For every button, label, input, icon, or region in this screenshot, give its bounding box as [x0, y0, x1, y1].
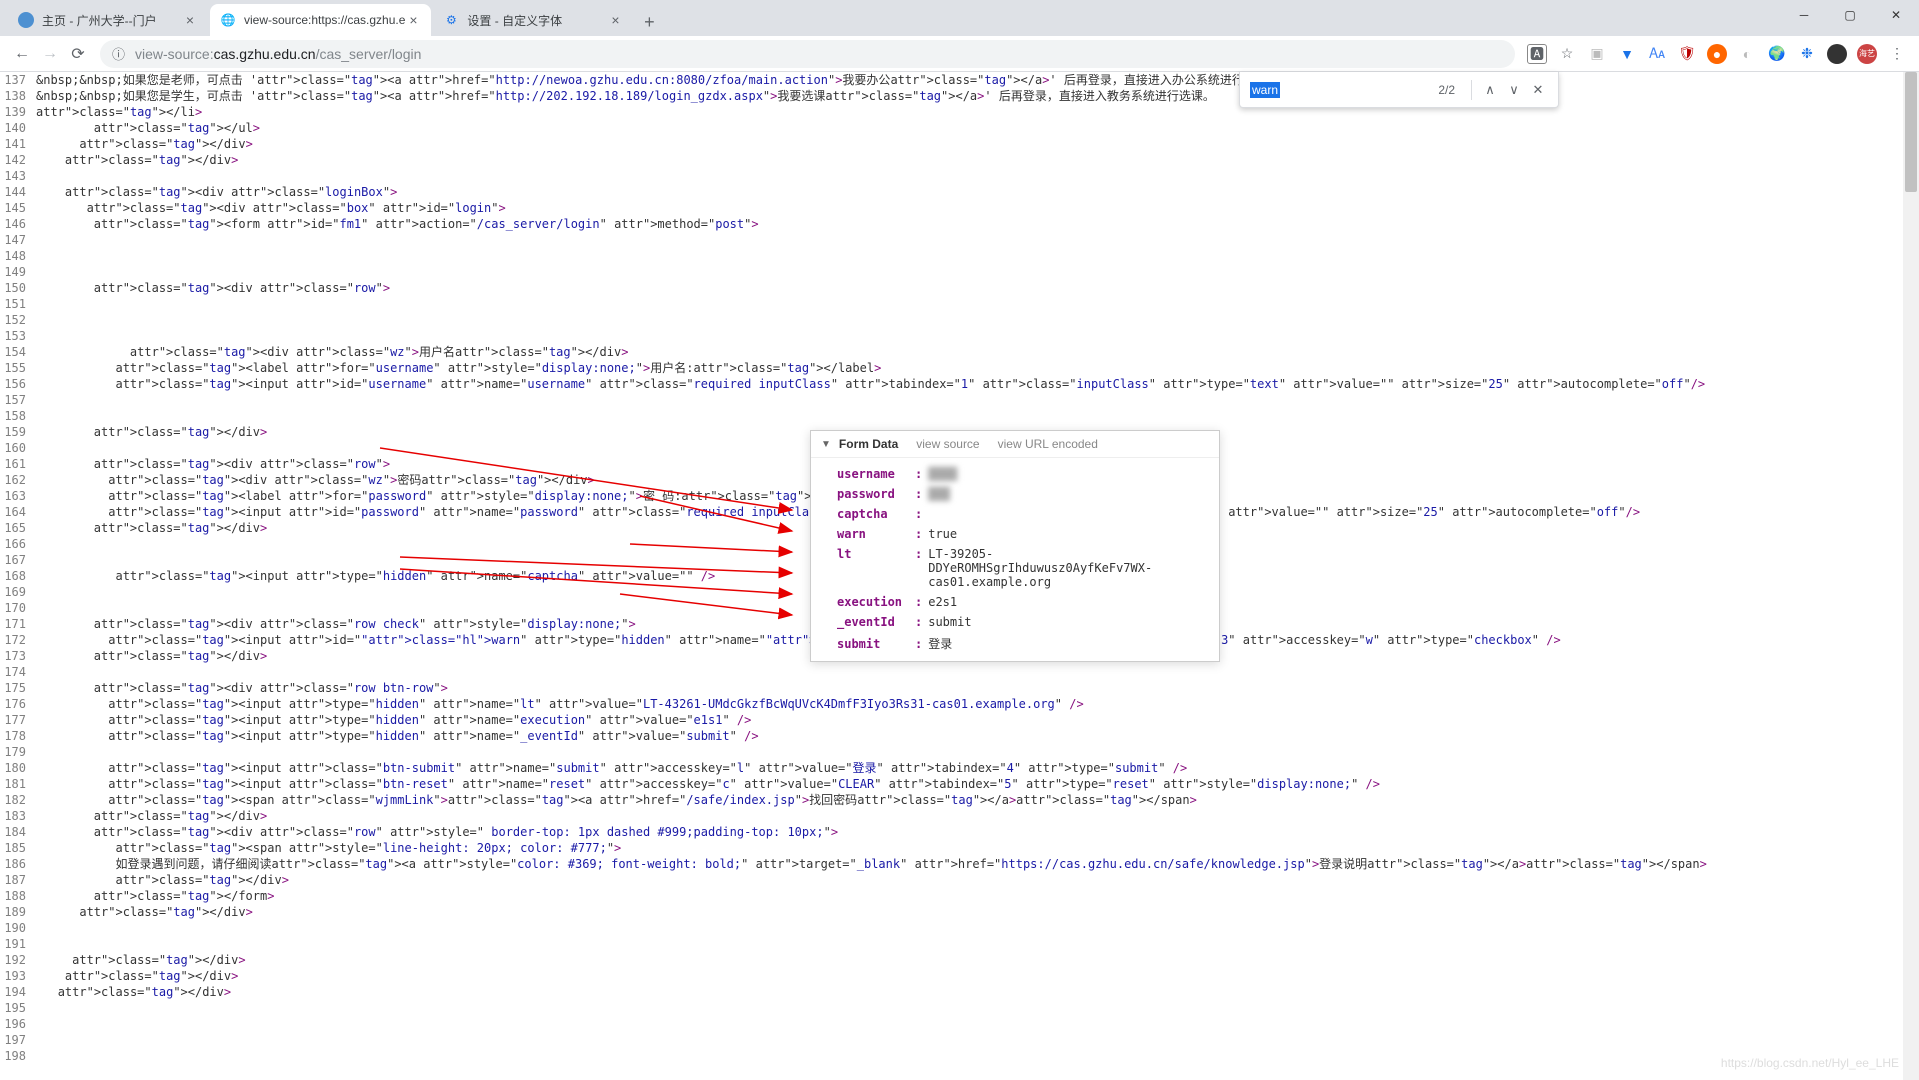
formdata-row: captcha: — [811, 504, 1219, 524]
find-count: 2/2 — [1438, 83, 1455, 97]
extension-icons: 🅰 ☆ ▣ ▼ 🗛 🛡 ● ◐ 🌍 ❉ 海艺 ⋮ — [1523, 44, 1911, 64]
translate-ext-icon[interactable]: 🅰 — [1527, 44, 1547, 64]
formdata-key: submit — [837, 637, 915, 651]
close-icon[interactable]: × — [607, 12, 623, 28]
vertical-scrollbar[interactable] — [1903, 72, 1919, 1080]
watermark: https://blog.csdn.net/Hyl_ee_LHE — [1721, 1056, 1899, 1070]
formdata-row: execution:e2s1 — [811, 592, 1219, 612]
globe-icon: 🌐 — [220, 12, 236, 28]
minimize-button[interactable]: ─ — [1781, 0, 1827, 30]
formdata-value: 登录 — [928, 635, 952, 652]
formdata-row: _eventId:submit — [811, 612, 1219, 632]
menu-icon[interactable]: ⋮ — [1887, 44, 1907, 64]
find-close-button[interactable]: ✕ — [1526, 78, 1550, 102]
new-tab-button[interactable]: + — [635, 8, 663, 36]
line-number-gutter: 1371381391401411421431441451461471481491… — [0, 72, 32, 1064]
viewurl-tab[interactable]: view URL encoded — [998, 437, 1098, 451]
close-icon[interactable]: × — [182, 12, 198, 28]
formdata-key: execution — [837, 595, 915, 609]
tab-title: view-source:https://cas.gzhu.e — [244, 13, 405, 27]
star-icon[interactable]: ☆ — [1557, 44, 1577, 64]
formdata-key: warn — [837, 527, 915, 541]
formdata-tab[interactable]: Form Data — [839, 437, 898, 451]
find-bar: warn 2/2 ∧ ∨ ✕ — [1239, 72, 1559, 108]
formdata-row: warn:true — [811, 524, 1219, 544]
formdata-key: _eventId — [837, 615, 915, 629]
ext-icon-globe[interactable]: 🌍 — [1767, 44, 1787, 64]
scrollbar-thumb[interactable] — [1905, 72, 1917, 192]
window-controls: ─ ▢ ✕ — [1781, 0, 1919, 30]
url-host: cas.gzhu.edu.cn — [214, 46, 316, 62]
toolbar: ← → ⟳ ⓘ view-source:cas.gzhu.edu.cn/cas_… — [0, 36, 1919, 72]
find-next-button[interactable]: ∨ — [1502, 78, 1526, 102]
tab-2[interactable]: ⚙ 设置 - 自定义字体 × — [433, 4, 633, 36]
caret-down-icon[interactable]: ▼ — [821, 439, 831, 450]
ext-icon-1[interactable]: ▣ — [1587, 44, 1607, 64]
devtools-formdata-panel: ▼ Form Data view source view URL encoded… — [810, 430, 1220, 662]
ext-icon-grey[interactable]: ◐ — [1737, 44, 1757, 64]
formdata-key: captcha — [837, 507, 915, 521]
ext-icon-dark[interactable] — [1827, 44, 1847, 64]
formdata-row: password:███ — [811, 484, 1219, 504]
devpanel-header: ▼ Form Data view source view URL encoded — [811, 431, 1219, 458]
formdata-value: true — [928, 527, 957, 541]
close-icon[interactable]: × — [405, 12, 421, 28]
maximize-button[interactable]: ▢ — [1827, 0, 1873, 30]
devpanel-body: username:████password:███captcha:warn:tr… — [811, 458, 1219, 661]
formdata-key: password — [837, 487, 915, 501]
tab-title: 设置 - 自定义字体 — [467, 12, 607, 29]
forward-button[interactable]: → — [36, 40, 64, 68]
formdata-row: lt:LT-39205-DDYeROMHSgrIhduwusz0AyfKeFv7… — [811, 544, 1219, 592]
url-path: /cas_server/login — [316, 46, 422, 62]
gtranslate-icon[interactable]: 🗛 — [1647, 44, 1667, 64]
url-prefix: view-source: — [135, 46, 214, 62]
site-info-icon[interactable]: ⓘ — [112, 44, 125, 63]
tab-title: 主页 - 广州大学--门户 — [42, 12, 182, 29]
tab-0[interactable]: 主页 - 广州大学--门户 × — [8, 4, 208, 36]
back-button[interactable]: ← — [8, 40, 36, 68]
formdata-value: e2s1 — [928, 595, 957, 609]
formdata-key: lt — [837, 547, 915, 561]
ext-icon-snow[interactable]: ❉ — [1797, 44, 1817, 64]
ublock-icon[interactable]: 🛡 — [1677, 44, 1697, 64]
address-bar[interactable]: ⓘ view-source:cas.gzhu.edu.cn/cas_server… — [100, 40, 1515, 68]
find-input[interactable]: warn — [1248, 82, 1282, 98]
ext-icon-2[interactable]: ▼ — [1617, 44, 1637, 64]
tab-1-active[interactable]: 🌐 view-source:https://cas.gzhu.e × — [210, 4, 431, 36]
tab-strip: 主页 - 广州大学--门户 × 🌐 view-source:https://ca… — [0, 0, 1919, 36]
formdata-row: username:████ — [811, 464, 1219, 484]
find-prev-button[interactable]: ∧ — [1478, 78, 1502, 102]
formdata-key: username — [837, 467, 915, 481]
formdata-row: submit:登录 — [811, 632, 1219, 655]
formdata-value: LT-39205-DDYeROMHSgrIhduwusz0AyfKeFv7WX-… — [928, 547, 1209, 589]
reload-button[interactable]: ⟳ — [64, 40, 92, 68]
formdata-value: ███ — [928, 487, 950, 501]
formdata-value: submit — [928, 615, 971, 629]
formdata-value: ████ — [928, 467, 957, 481]
favicon-icon — [18, 12, 34, 28]
gear-icon: ⚙ — [443, 12, 459, 28]
viewsource-tab[interactable]: view source — [916, 437, 979, 451]
separator — [1471, 80, 1472, 100]
close-window-button[interactable]: ✕ — [1873, 0, 1919, 30]
avatar-icon[interactable]: 海艺 — [1857, 44, 1877, 64]
ext-icon-orange[interactable]: ● — [1707, 44, 1727, 64]
